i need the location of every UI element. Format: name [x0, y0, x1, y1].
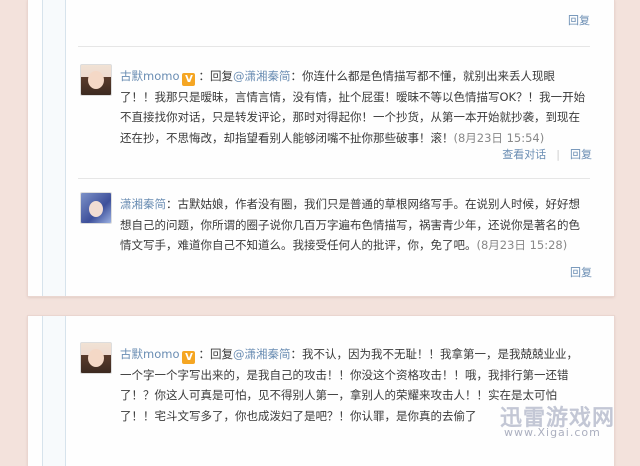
view-thread-link[interactable]: 查看对话 — [502, 148, 546, 161]
comment-item-xiaoxiang: 潇湘秦简：古默姑娘，作者没有圈，我们只是普通的草根网络写手。在说别人时候，好好想… — [80, 192, 592, 282]
username-link[interactable]: 古默momo — [120, 69, 179, 83]
reply-link[interactable]: 回复 — [570, 266, 592, 279]
site-watermark: 迅雷游戏网 www.Xigai.com — [500, 400, 628, 446]
comment-card-top: 回复 古默momo V ：回复@潇湘秦简：你连什么都是色情描写都不懂，就别出来丢人现… — [28, 0, 614, 296]
timestamp: (8月23日 15:54) — [453, 130, 545, 145]
reply-link[interactable]: 回复 — [570, 148, 592, 161]
comment-text: 古默momo V ：回复@潇湘秦简：你连什么都是色情描写都不懂，就别出来丢人现眼了！… — [120, 66, 588, 148]
comment-item-gumo: 古默momo V ：回复@潇湘秦简：你连什么都是色情描写都不懂，就别出来丢人现眼了！… — [80, 64, 592, 168]
timestamp: (8月23日 15:28) — [476, 238, 568, 252]
comment-actions: 查看对话 | 回复 — [492, 146, 592, 162]
thread-gutter — [42, 316, 66, 466]
comment-text: 潇湘秦简：古默姑娘，作者没有圈，我们只是普通的草根网络写手。在说别人时候，好好想… — [120, 194, 588, 256]
username-link[interactable]: 潇湘秦简 — [120, 197, 166, 211]
thread-gutter — [42, 0, 66, 296]
mention-link[interactable]: @潇湘秦简 — [233, 69, 291, 83]
mention-link[interactable]: @潇湘秦简 — [233, 347, 291, 361]
divider — [78, 46, 590, 47]
reply-link-top[interactable]: 回复 — [568, 12, 590, 28]
reply-prefix: ：回复 — [198, 347, 233, 361]
comment-actions: 回复 — [560, 264, 592, 280]
avatar[interactable] — [80, 342, 112, 374]
avatar[interactable] — [80, 64, 112, 96]
avatar[interactable] — [80, 192, 112, 224]
verified-badge-icon: V — [182, 351, 196, 364]
verified-badge-icon: V — [182, 73, 196, 86]
watermark-url: www.Xigai.com — [504, 426, 601, 439]
username-link[interactable]: 古默momo — [120, 347, 179, 361]
divider — [78, 178, 590, 179]
reply-prefix: ：回复 — [198, 69, 233, 83]
separator: | — [556, 148, 560, 161]
